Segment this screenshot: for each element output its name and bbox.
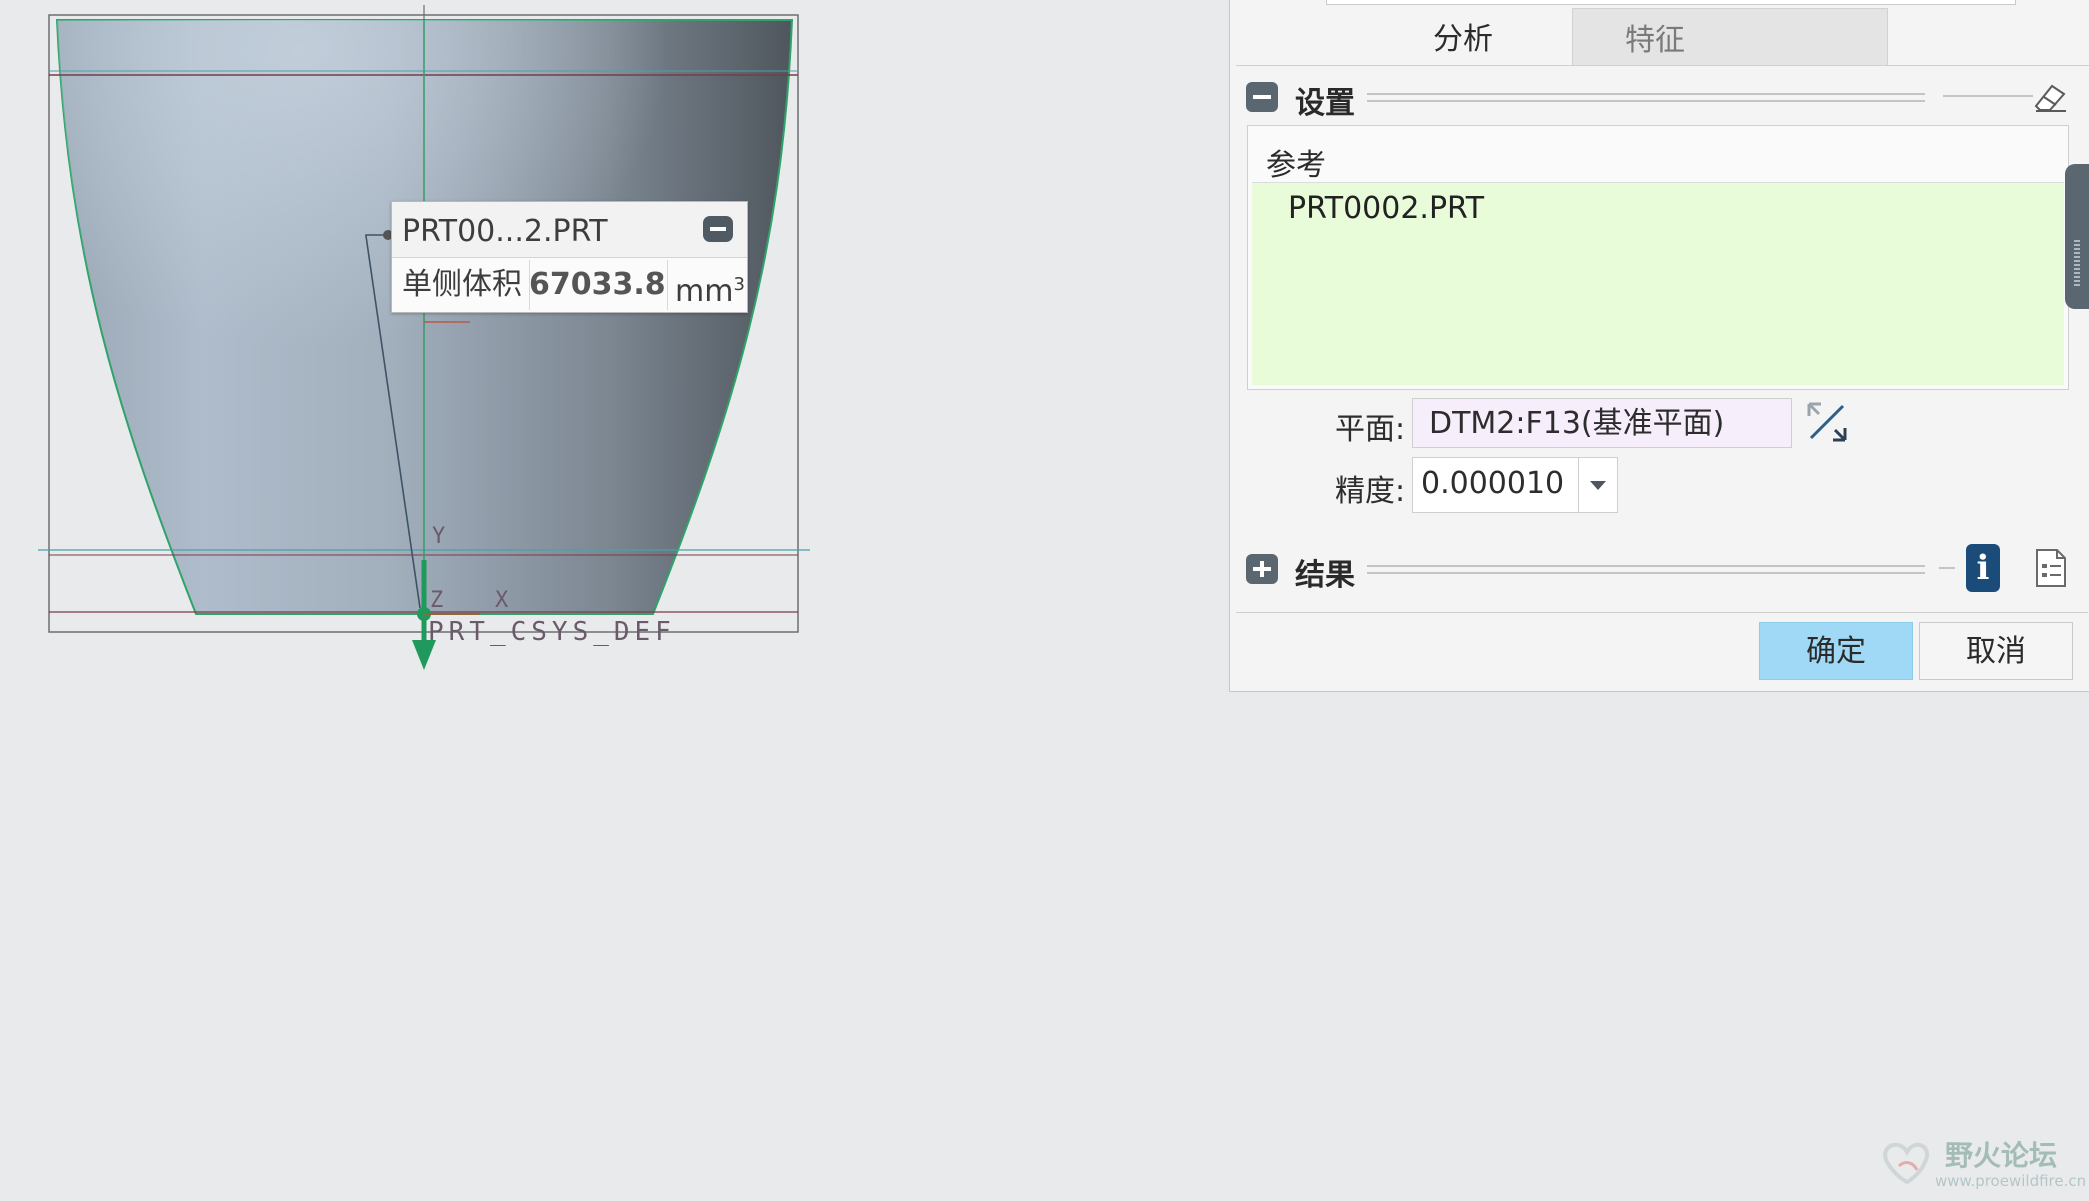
reference-item[interactable]: PRT0002.PRT	[1288, 191, 1484, 226]
watermark-url: www.proewildfire.cn	[1935, 1172, 2087, 1190]
references-header: 参考	[1266, 148, 1326, 183]
eraser-icon[interactable]	[2030, 80, 2070, 114]
callout-row: 单侧体积 67033.8 mm3	[392, 258, 747, 312]
precision-value: 0.000010	[1421, 466, 1565, 501]
collapse-settings-icon[interactable]	[1246, 82, 1278, 112]
unit-exponent: 3	[733, 274, 745, 295]
watermark-logo-icon	[1883, 1142, 1929, 1185]
results-section-label: 结果	[1295, 558, 1355, 593]
cell-divider	[529, 260, 530, 310]
collapse-icon[interactable]	[703, 216, 733, 242]
measurement-callout[interactable]: PRT00...2.PRT 单侧体积 67033.8 mm3	[391, 201, 748, 313]
tab-features[interactable]: 特征	[1572, 8, 1888, 65]
metric-value: 67033.8	[529, 267, 666, 302]
section-divider	[1367, 93, 1925, 102]
section-divider	[1939, 567, 1955, 574]
csys-label: PRT_CSYS_DEF	[428, 617, 676, 647]
results-section-header[interactable]: 结果	[1246, 554, 1966, 593]
references-box: 参考 PRT0002.PRT	[1247, 125, 2069, 390]
expand-results-icon[interactable]	[1246, 554, 1278, 584]
dialog-top-strip	[1326, 0, 2016, 5]
ok-button[interactable]: 确定	[1759, 622, 1913, 680]
cancel-button[interactable]: 取消	[1919, 622, 2073, 680]
metric-label: 单侧体积	[402, 267, 522, 302]
axis-label-x: X	[495, 588, 509, 613]
settings-section-header[interactable]: 设置	[1246, 82, 2086, 121]
plane-field[interactable]: DTM2:F13(基准平面)	[1412, 398, 1792, 448]
axis-label-y: Y	[432, 524, 445, 549]
dialog-tabs: 分析 特征	[1236, 8, 2089, 66]
chevron-down-icon[interactable]	[1578, 458, 1617, 512]
flip-direction-icon[interactable]	[1805, 400, 1849, 444]
tab-analysis[interactable]: 分析	[1236, 8, 1571, 64]
watermark-name: 野火论坛	[1945, 1139, 2058, 1172]
precision-label: 精度:	[1335, 474, 1406, 509]
callout-title: PRT00...2.PRT	[402, 214, 608, 249]
side-drag-handle[interactable]	[2065, 164, 2089, 309]
section-divider	[1943, 95, 2033, 102]
info-icon[interactable]: i	[1966, 544, 2000, 592]
model-viewport[interactable]: Y Z X PRT_CSYS_DEF	[0, 0, 1225, 800]
report-icon[interactable]	[2035, 548, 2067, 588]
cell-divider	[667, 260, 668, 310]
precision-select[interactable]: 0.000010	[1412, 457, 1618, 513]
section-divider	[1367, 565, 1925, 574]
axis-label-z: Z	[430, 588, 443, 613]
settings-section-label: 设置	[1295, 86, 1355, 121]
callout-header: PRT00...2.PRT	[392, 202, 747, 258]
watermark: 野火论坛 www.proewildfire.cn	[1877, 1130, 2086, 1194]
metric-unit: mm3	[675, 274, 745, 309]
references-list[interactable]: PRT0002.PRT	[1252, 182, 2064, 385]
footer-divider	[1236, 612, 2088, 613]
analysis-dialog: 分析 特征 设置 参考 PRT0002.PRT 平面: DTM2:F13(基准平…	[1229, 0, 2089, 692]
plane-label: 平面:	[1335, 412, 1406, 447]
